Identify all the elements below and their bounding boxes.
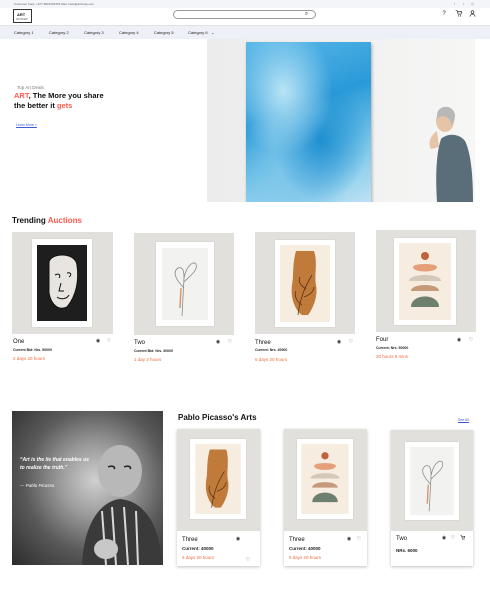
help-icon[interactable]: ? (440, 10, 448, 18)
top-bar: Customer Care: +977 9823454456 Mail: hel… (0, 0, 490, 8)
nav-category-6[interactable]: Category 6 (188, 30, 208, 35)
hero-title-accent-2: gets (56, 101, 73, 110)
stacked-shapes-art (301, 444, 349, 514)
auction-card-1-time: 2 days 20 hours (13, 356, 46, 361)
cart-icon[interactable] (454, 10, 462, 18)
picasso-author-name: Pablo Picasso (25, 483, 55, 488)
nav-category-4[interactable]: Category 4 (119, 30, 139, 35)
category-nav: Category 1 Category 2 Category 3 Categor… (0, 25, 490, 39)
logo-text: ART (17, 12, 26, 17)
hero-label: Top Art Deals (17, 85, 44, 90)
search-input[interactable] (173, 10, 316, 19)
auction-card-1-bid: Current Bid: Nrs. 50000 (13, 348, 52, 352)
search-icon[interactable]: ⌕ (303, 11, 310, 18)
picasso-quote-banner: “Art is the lie that enables us to reali… (12, 411, 163, 565)
picasso-quote-author: — Pablo Picasso (20, 483, 55, 488)
hero-title-accent-1: ART (14, 91, 29, 100)
auction-card-4-title: Four (376, 337, 389, 343)
see-all-link[interactable]: See All (458, 418, 469, 422)
auction-card-4-bid: Current: Nrs. 50000 (376, 346, 409, 350)
trending-title: Trending Auctions (12, 216, 82, 225)
auction-card-3-bid: Current: Nrs. 40000 (255, 348, 288, 352)
trending-title-text: Trending (12, 216, 48, 225)
hero-image (207, 39, 475, 202)
heart-icon[interactable]: ♡ (450, 535, 456, 541)
eye-icon[interactable]: ◉ (215, 339, 221, 345)
auction-card-3-image[interactable] (255, 232, 355, 334)
picasso-card-2-title: Three (289, 537, 305, 543)
heart-icon[interactable]: ♡ (356, 536, 362, 542)
picasso-card-2-time: 5 days 20 hours (289, 555, 322, 560)
picasso-section-title: Pablo Picasso's Arts (178, 413, 257, 422)
picasso-card-2[interactable]: Three Current: 40000 5 days 20 hours ◉ ♡ (284, 429, 367, 566)
nav-category-5[interactable]: Category 5 (154, 30, 174, 35)
auction-card-3-time: 5 days 20 hours (255, 357, 288, 362)
learn-more-link[interactable]: Learn More > (16, 123, 37, 127)
heart-icon[interactable]: ♡ (106, 338, 112, 344)
auction-card-2-bid: Current Bid: Nrs. 30000 (134, 349, 173, 353)
facebook-icon[interactable]: f (452, 2, 457, 6)
auction-card-4-time: 20 hours 5 mins (376, 354, 409, 359)
nav-category-3[interactable]: Category 3 (84, 30, 104, 35)
hero-woman-image (429, 106, 473, 202)
heart-icon[interactable]: ♡ (468, 337, 474, 343)
eye-icon[interactable]: ◉ (95, 338, 101, 344)
picasso-photo (82, 445, 162, 565)
auction-card-2-time: 1 day 3 hours (134, 357, 162, 362)
picasso-card-2-price: Current: 40000 (289, 546, 321, 551)
picasso-card-3-title: Two (396, 536, 408, 542)
customer-care-text: Customer Care: +977 9823454456 Mail: hel… (14, 2, 95, 6)
stacked-shapes-art (399, 243, 451, 320)
eye-icon[interactable]: ◉ (336, 339, 342, 345)
heart-icon[interactable]: ♡ (245, 557, 251, 563)
twitter-icon[interactable]: t (461, 2, 466, 6)
logo-subtext: ARTSNAP (16, 18, 28, 21)
logo[interactable]: ART ARTSNAP (13, 9, 32, 23)
eye-icon[interactable]: ◉ (456, 337, 462, 343)
eye-icon[interactable]: ◉ (346, 536, 352, 542)
nav-category-2[interactable]: Category 2 (49, 30, 69, 35)
instagram-icon[interactable]: ◎ (470, 2, 475, 6)
abstract-face-art (37, 245, 87, 321)
heart-icon[interactable]: ♡ (227, 339, 233, 345)
auction-card-2-image[interactable] (134, 233, 234, 335)
flower-line-art (162, 248, 208, 320)
auction-card-1-title: One (13, 339, 25, 345)
auction-card-1-image[interactable] (12, 232, 113, 334)
hero-title-part-1: , The More you share (28, 91, 104, 100)
heart-icon[interactable]: ♡ (348, 339, 354, 345)
cart-icon[interactable] (459, 535, 465, 541)
torso-art (280, 245, 330, 322)
picasso-card-1-title: Three (182, 537, 198, 543)
eye-icon[interactable]: ◉ (441, 535, 447, 541)
chevron-down-icon[interactable]: ⌄ (211, 30, 214, 35)
picasso-quote: “Art is the lie that enables us to reali… (20, 457, 89, 471)
auction-card-2-title: Two (134, 340, 146, 346)
user-icon[interactable] (468, 10, 476, 18)
picasso-card-1[interactable]: Three Current: 40000 5 days 20 hours ◉ ♡ (177, 429, 260, 566)
picasso-card-3[interactable]: Two NRs. 6000 ◉ ♡ (391, 430, 473, 566)
eye-icon[interactable]: ◉ (235, 536, 241, 542)
hero-title-part-2: the better it (14, 101, 57, 110)
nav-category-1[interactable]: Category 1 (14, 30, 34, 35)
auction-card-4-image[interactable] (376, 230, 476, 332)
hero-painting (246, 42, 371, 202)
flower-line-art (410, 447, 454, 515)
hero-title: ART, The More you share the better it ge… (14, 91, 124, 111)
picasso-card-3-price: NRs. 6000 (396, 548, 418, 553)
picasso-card-1-time: 5 days 20 hours (182, 555, 215, 560)
auction-card-3-title: Three (255, 340, 271, 346)
torso-art (195, 444, 241, 514)
picasso-card-1-price: Current: 40000 (182, 546, 214, 551)
trending-title-accent: Auctions (47, 216, 82, 225)
